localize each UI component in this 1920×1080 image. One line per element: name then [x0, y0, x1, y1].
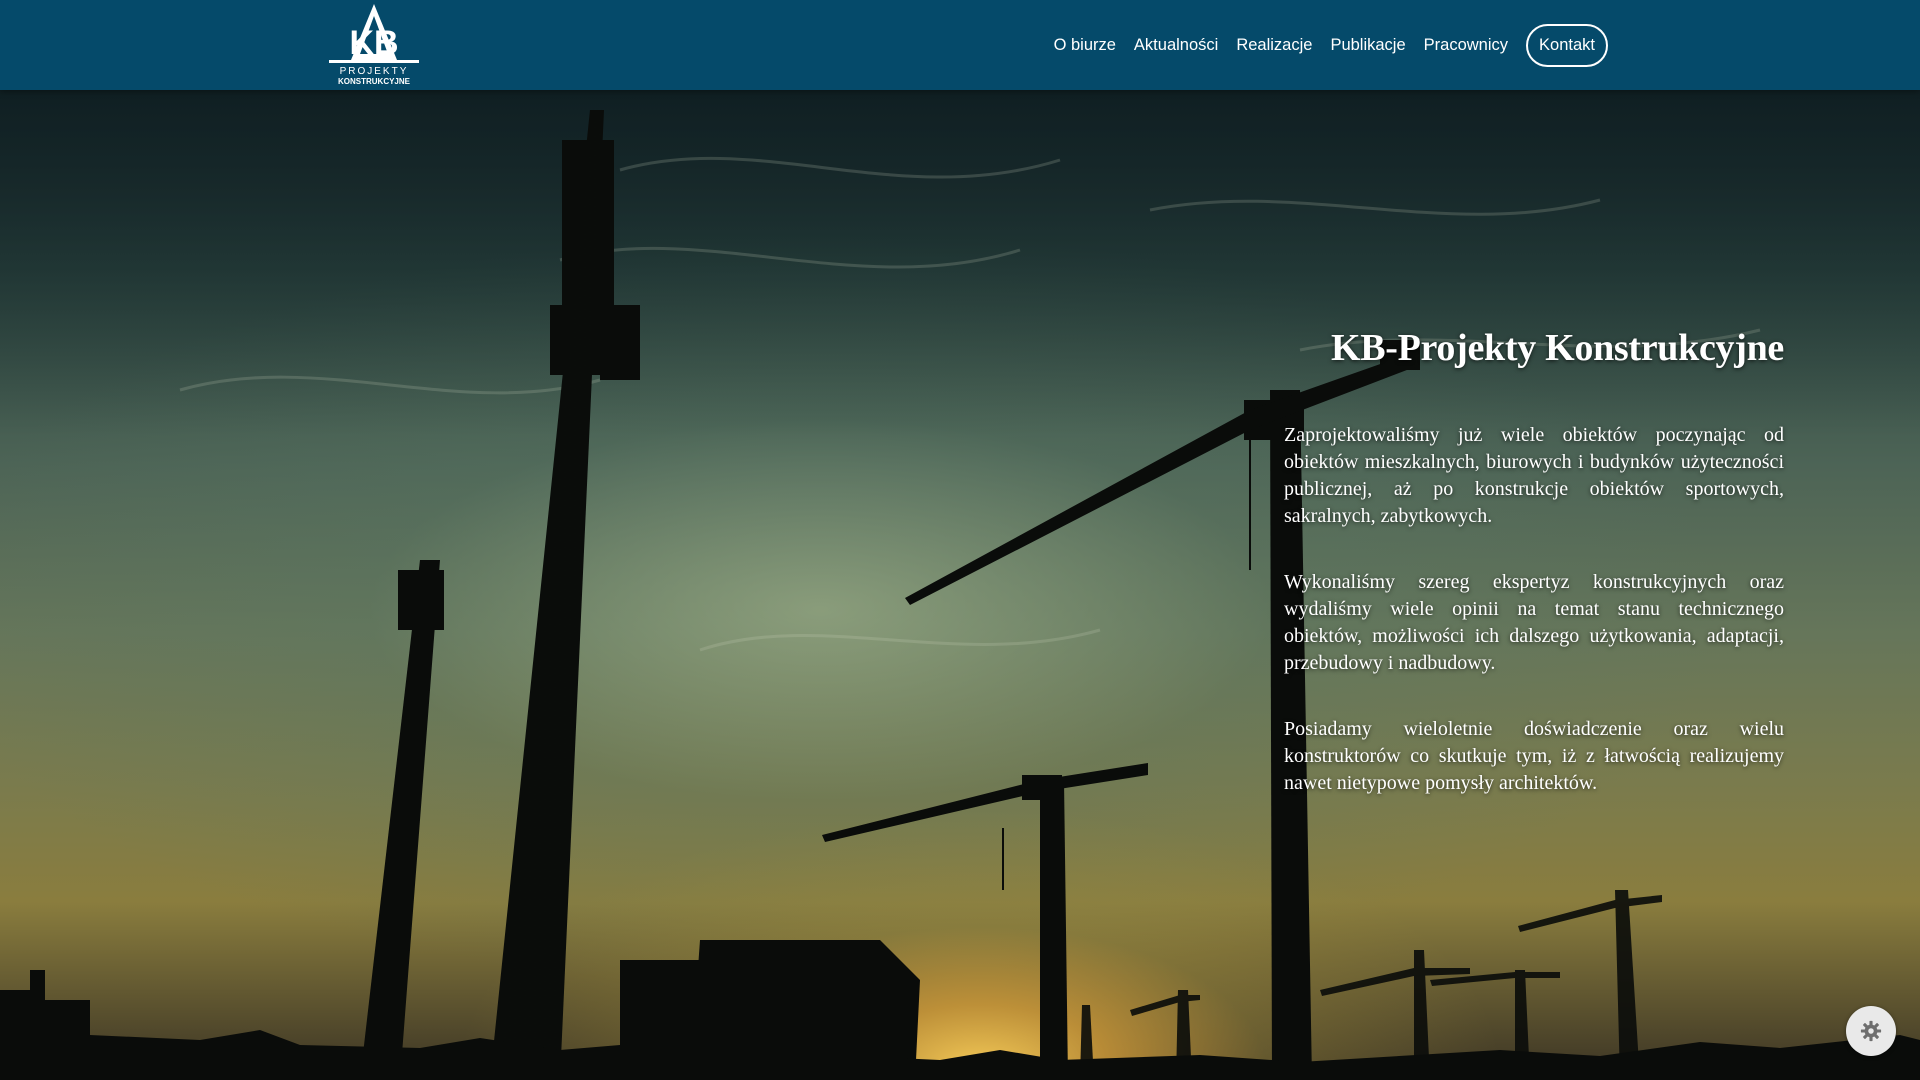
hero-section: KB-Projekty Konstrukcyjne Zaprojektowali… [0, 90, 1920, 1080]
nav-item-o-biurze[interactable]: O biurze [1045, 36, 1125, 55]
gear-icon [1860, 1020, 1882, 1042]
nav-item-pracownicy[interactable]: Pracownicy [1415, 36, 1517, 55]
hero-paragraph-2: Wykonaliśmy szereg ekspertyz konstrukcyj… [1284, 571, 1784, 674]
hero-paragraph-1: Zaprojektowaliśmy już wiele obiektów poc… [1284, 424, 1784, 527]
hero-title: KB-Projekty Konstrukcyjne [1330, 327, 1784, 369]
logo-line-2: KONSTRUKCYJNE [337, 77, 410, 86]
main-nav: O biurze Aktualności Realizacje Publikac… [1045, 23, 1608, 67]
hero-text-block: KB-Projekty Konstrukcyjne Zaprojektowali… [1284, 326, 1784, 836]
nav-item-publikacje[interactable]: Publikacje [1321, 36, 1414, 55]
site-logo[interactable]: KB PROJEKTY KONSTRUKCYJNE [327, 2, 421, 88]
logo-mark-text: KB [349, 24, 398, 62]
nav-item-aktualnosci[interactable]: Aktualności [1125, 36, 1227, 55]
contact-button[interactable]: Kontakt [1526, 23, 1608, 67]
nav-item-realizacje[interactable]: Realizacje [1227, 36, 1321, 55]
top-navigation-bar: KB PROJEKTY KONSTRUKCYJNE O biurze Aktua… [0, 0, 1920, 90]
hero-paragraph-3: Posiadamy wieloletnie doświadczenie oraz… [1284, 718, 1784, 794]
logo-line-1: PROJEKTY [339, 66, 409, 77]
settings-button[interactable] [1846, 1006, 1896, 1056]
logo-kb-mark: KB [329, 4, 419, 63]
